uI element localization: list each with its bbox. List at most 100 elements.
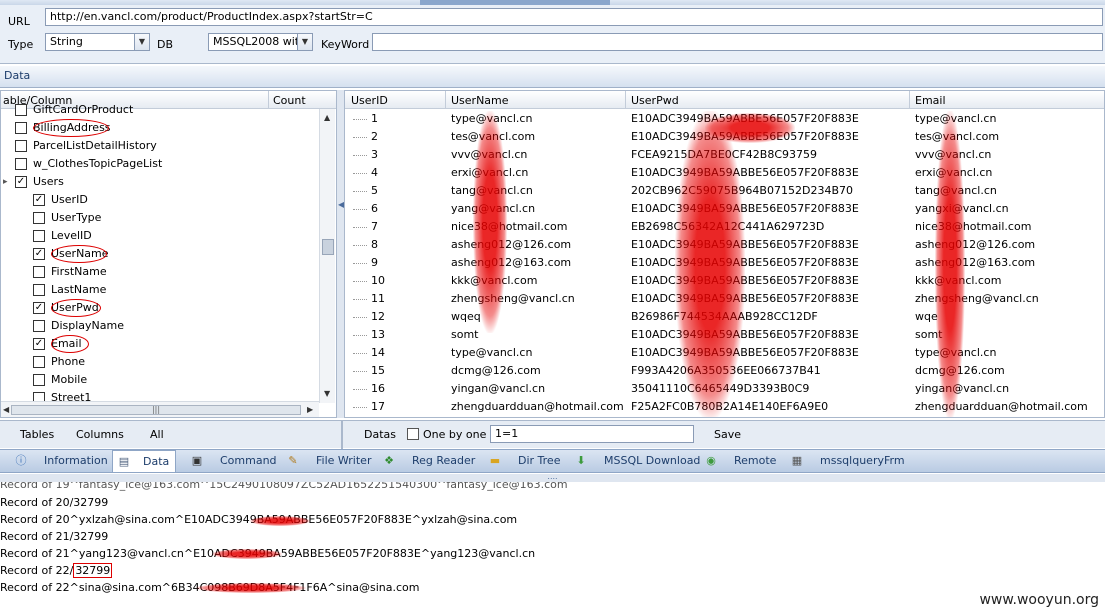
scroll-down-arrow-icon[interactable]: ▼ [324, 389, 330, 398]
tree-item-label: LevelID [51, 229, 92, 242]
red-censor-scribble [473, 111, 507, 333]
tree-header-count[interactable]: Count [273, 94, 306, 107]
data-section-header: Data [0, 66, 1105, 88]
all-button[interactable]: All [150, 428, 164, 441]
tree-item-checkbox[interactable] [33, 320, 45, 332]
url-input[interactable]: http://en.vancl.com/product/ProductIndex… [45, 8, 1103, 26]
grid-cell-userpwd: E10ADC3949BA59ABBE56E057F20F883E [631, 202, 859, 215]
one-by-one-checkbox[interactable] [407, 428, 419, 440]
red-censor-scribble [675, 111, 745, 417]
grid-cell-email: nice38@hotmail.com [915, 220, 1032, 233]
type-select[interactable]: String [45, 33, 135, 51]
grid-cell-userid: 6 [371, 202, 378, 215]
tree-item-label: FirstName [51, 265, 107, 278]
grid-cell-username: somt [451, 328, 479, 341]
tree-item-label: LastName [51, 283, 107, 296]
tab-information[interactable]: ⓘ Information [14, 450, 121, 472]
tree-item-checkbox[interactable] [33, 356, 45, 368]
grid-cell-userid: 14 [371, 346, 385, 359]
scroll-left-arrow-icon[interactable]: ◀ [3, 405, 9, 414]
tab-dir-tree[interactable]: ▬ Dir Tree [488, 450, 574, 472]
tree-item-label: ParcelListDetailHistory [33, 139, 157, 152]
condition-input[interactable]: 1=1 [490, 425, 694, 443]
tab-label: Dir Tree [518, 454, 561, 467]
tables-button[interactable]: Tables [20, 428, 54, 441]
tab-mssql-download[interactable]: ⬇ MSSQL Download [574, 450, 702, 472]
tree-item-checkbox[interactable]: ✓ [33, 194, 45, 206]
scroll-up-arrow-icon[interactable]: ▲ [324, 113, 330, 122]
grid-cell-email: asheng012@163.com [915, 256, 1036, 269]
tab-file-writer[interactable]: ✎ File Writer [286, 450, 393, 472]
save-button[interactable]: Save [714, 428, 741, 441]
tree-item-checkbox[interactable]: ✓ [15, 176, 27, 188]
module-tab-bar: ⓘ Information ▤ Data ▣ Command ✎ File Writer ❖ Re… [0, 449, 1105, 473]
grid-cell-userid: 3 [371, 148, 378, 161]
grid-cell-userpwd: E10ADC3949BA59ABBE56E057F20F883E [631, 166, 859, 179]
expand-arrow-icon[interactable]: ▸ [3, 173, 8, 191]
request-toolbar: URL http://en.vancl.com/product/ProductI… [0, 0, 1105, 64]
tab-command[interactable]: ▣ Command [190, 450, 277, 472]
columns-button[interactable]: Columns [76, 428, 124, 441]
red-censor-scribble [935, 111, 965, 417]
keyword-input[interactable] [372, 33, 1103, 51]
grid-cell-userid: 11 [371, 292, 385, 305]
tree-item-checkbox[interactable] [15, 104, 27, 116]
grid-cell-username: yingan@vancl.cn [451, 382, 546, 395]
tree-item-label: Users [33, 175, 64, 188]
grid-cell-username: asheng012@163.com [451, 256, 572, 269]
type-label: Type [8, 38, 34, 51]
tree-item-checkbox[interactable] [15, 140, 27, 152]
grid-cell-userid: 16 [371, 382, 385, 395]
grid-header: UserID UserName UserPwd Email [345, 91, 1104, 109]
tree-item-label: UserID [51, 193, 88, 206]
grid-cell-username: type@vancl.cn [451, 346, 533, 359]
red-annotation-box: 32799 [73, 563, 113, 578]
grid-col-email[interactable]: Email [915, 94, 946, 107]
grid-col-userid[interactable]: UserID [351, 94, 388, 107]
red-censor-scribble [705, 113, 795, 143]
datas-label: Datas [364, 428, 396, 441]
tab-data[interactable]: ▤ Data [112, 450, 176, 472]
tree-item-checkbox[interactable] [15, 122, 27, 134]
tab-label: Data [143, 455, 170, 468]
tree-item-checkbox[interactable]: ✓ [33, 302, 45, 314]
tree-item-checkbox[interactable] [33, 230, 45, 242]
grid-col-userpwd[interactable]: UserPwd [631, 94, 679, 107]
tab-mssqlqueryfrm[interactable]: ▦ mssqlqueryFrm [790, 450, 911, 472]
tree-vertical-scrollbar[interactable]: ▲ ▼ [319, 109, 335, 403]
url-label: URL [8, 15, 30, 28]
db-label: DB [157, 38, 174, 51]
type-dropdown-chevron-icon[interactable]: ▼ [134, 33, 150, 51]
tree-item-checkbox[interactable]: ✓ [33, 248, 45, 260]
tree-item-checkbox[interactable] [33, 284, 45, 296]
result-grid: UserID UserName UserPwd Email 1 type@vanc… [344, 90, 1105, 418]
grid-cell-userid: 15 [371, 364, 385, 377]
tab-label: Command [220, 454, 277, 467]
tree-item-checkbox[interactable] [33, 212, 45, 224]
tree-item-checkbox[interactable] [33, 266, 45, 278]
grid-col-username[interactable]: UserName [451, 94, 509, 107]
watermark: www.wooyun.org [979, 592, 1099, 608]
tab-label: Remote [734, 454, 777, 467]
tree-item-checkbox[interactable]: ✓ [33, 338, 45, 350]
tree-hscroll-thumb[interactable]: ||| [11, 405, 301, 415]
registry-icon: ❖ [384, 454, 394, 467]
vertical-splitter[interactable]: ◀ [337, 90, 344, 418]
grid-cell-userid: 12 [371, 310, 385, 323]
tab-remote[interactable]: ◉ Remote [704, 450, 776, 472]
grid-cell-userpwd: E10ADC3949BA59ABBE56E057F20F883E [631, 328, 859, 341]
grid-cell-userid: 9 [371, 256, 378, 269]
tree-horizontal-scrollbar[interactable]: ◀ ||| ▶ [1, 401, 319, 417]
tree-item-checkbox[interactable] [15, 158, 27, 170]
tab-label: MSSQL Download [604, 454, 701, 467]
panel-resize-handle[interactable]: .... [0, 473, 1105, 482]
db-select[interactable]: MSSQL2008 with I [208, 33, 298, 51]
db-dropdown-chevron-icon[interactable]: ▼ [297, 33, 313, 51]
red-censor-scribble [212, 549, 282, 559]
grid-cell-username: zhengsheng@vancl.cn [451, 292, 575, 305]
tree-item-label: Phone [51, 355, 86, 368]
scroll-right-arrow-icon[interactable]: ▶ [307, 405, 313, 414]
tab-reg-reader[interactable]: ❖ Reg Reader [382, 450, 482, 472]
tree-scroll-thumb[interactable] [322, 239, 334, 255]
tree-item-checkbox[interactable] [33, 374, 45, 386]
